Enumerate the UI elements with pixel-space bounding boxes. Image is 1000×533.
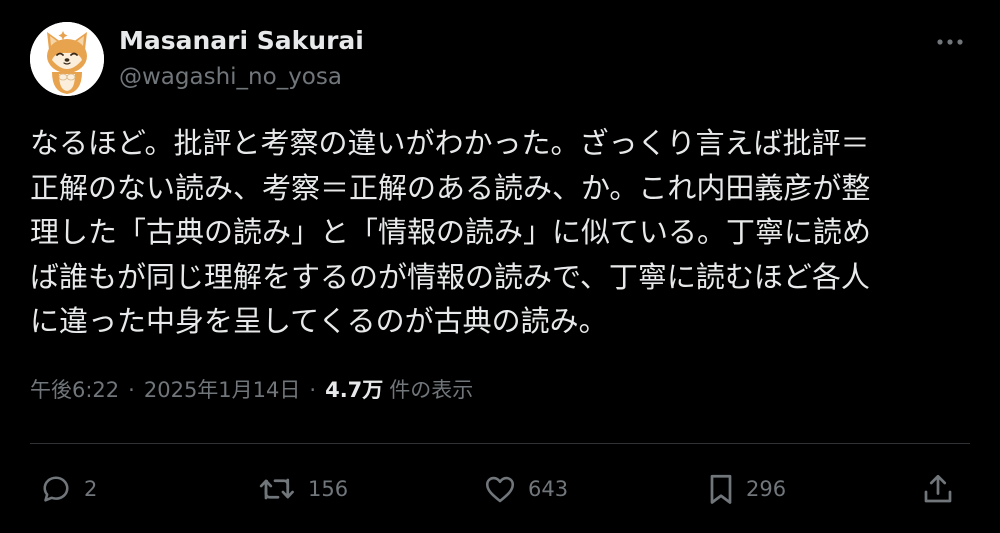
share-button[interactable] — [920, 469, 956, 509]
meta-separator: · — [128, 378, 135, 402]
heart-icon — [485, 476, 515, 503]
meta-separator: · — [309, 378, 317, 402]
tweet-text-line: なるほど。批評と考察の違いがわかった。ざっくり言えば批評＝ — [30, 126, 870, 160]
divider — [30, 443, 970, 444]
more-options-button[interactable] — [930, 30, 970, 54]
like-count: 643 — [528, 477, 569, 501]
reply-icon — [43, 476, 69, 502]
like-button[interactable]: 643 — [482, 469, 568, 509]
tweet-date[interactable]: 2025年1月14日 — [144, 374, 301, 404]
retweet-count: 156 — [308, 477, 349, 501]
views-count: 4.7万 — [325, 378, 384, 402]
retweet-button[interactable]: 156 — [258, 469, 348, 509]
tweet-text-line: 正解のない読み、考察＝正解のある読み、か。これ内田義彦が整 — [30, 170, 871, 205]
shiba-avatar-icon — [30, 22, 104, 96]
tweet-text-line: 理した「古典の読み」と「情報の読み」に似ている。丁寧に読め — [30, 215, 872, 249]
tweet-text-line: に違った中身を呈してくるのが古典の読み。 — [30, 304, 608, 338]
bookmark-icon — [710, 474, 732, 504]
bookmark-button[interactable]: 296 — [706, 469, 786, 509]
tweet-text: なるほど。批評と考察の違いがわかった。ざっくり言えば批評＝ 正解のない読み、考察… — [30, 121, 972, 344]
author-name[interactable]: Masanari Sakurai — [119, 26, 364, 55]
tweet-text-line: ば誰もが同じ理解をするのが情報の読みで、丁寧に読むほど各人 — [30, 259, 870, 294]
retweet-icon — [259, 478, 294, 500]
more-horizontal-icon — [937, 39, 963, 45]
bookmark-count: 296 — [746, 477, 787, 501]
author-handle[interactable]: @wagashi_no_yosa — [119, 64, 342, 90]
share-icon — [924, 474, 952, 503]
views-label: 件の表示 — [389, 378, 474, 402]
reply-count: 2 — [84, 477, 98, 501]
avatar[interactable] — [30, 22, 104, 96]
tweet-meta: 午後6:22 · 2025年1月14日 · 4.7万 件の表示 — [30, 374, 473, 404]
tweet-time[interactable]: 午後6:22 — [30, 374, 119, 404]
reply-button[interactable]: 2 — [38, 469, 97, 509]
